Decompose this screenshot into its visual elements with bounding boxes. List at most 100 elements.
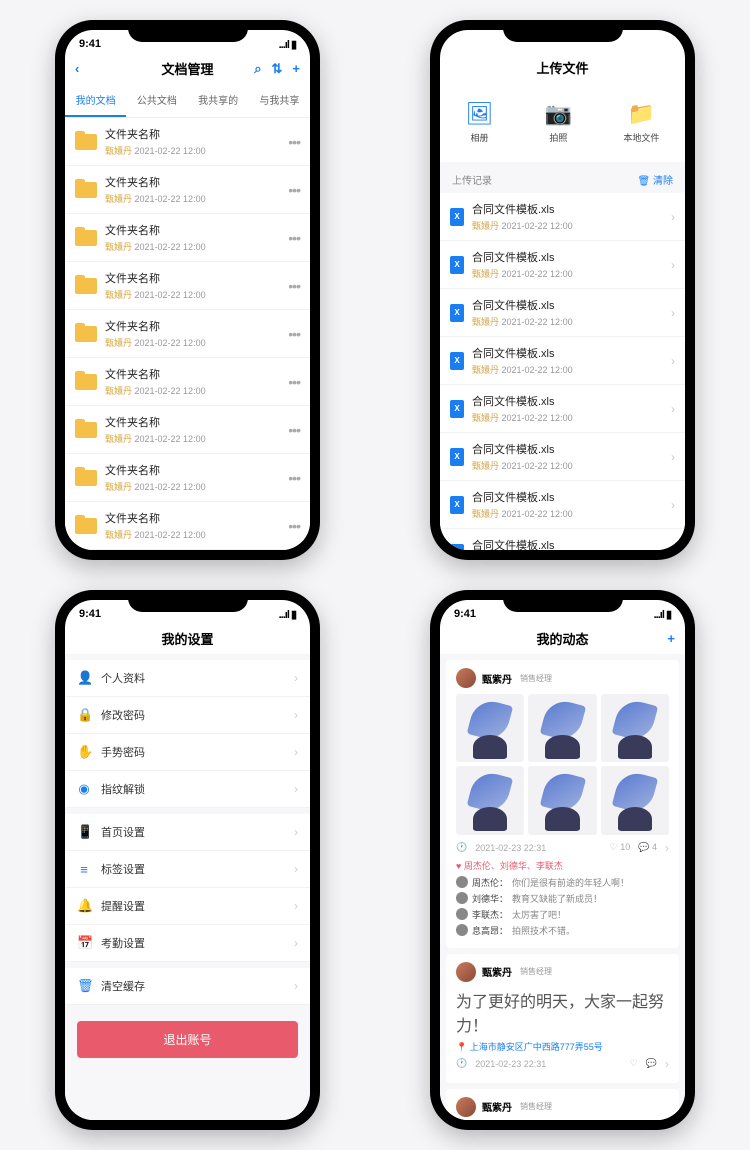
clear-button[interactable]: 🗑 清除	[638, 172, 673, 187]
settings-row[interactable]: 🔔 提醒设置 ›	[65, 888, 310, 925]
setting-icon: 📅	[77, 935, 91, 951]
notch	[128, 20, 248, 42]
home-indicator[interactable]	[513, 1122, 613, 1126]
opt-local[interactable]: 📁本地文件	[623, 101, 659, 144]
file-row[interactable]: X 合同文件模板.xls 甄嬛丹 2021-02-22 12:00 ›	[440, 193, 685, 241]
folder-row[interactable]: 文件夹名称 甄嬛丹 2021-02-22 12:00 •••	[65, 358, 310, 406]
more-icon[interactable]: •••	[288, 422, 300, 438]
file-name: 合同文件模板.xls	[472, 441, 663, 457]
chevron-icon[interactable]: ›	[665, 1057, 669, 1071]
home-indicator[interactable]	[138, 552, 238, 556]
folder-row[interactable]: 文件夹名称 甄嬛丹 2021-02-22 12:00 •••	[65, 166, 310, 214]
photo-thumb[interactable]	[456, 694, 524, 762]
post-author[interactable]: 甄紫丹	[482, 964, 512, 979]
opt-album[interactable]: 🖼相册	[466, 101, 494, 144]
photo-thumb[interactable]	[456, 766, 524, 834]
avatar[interactable]	[456, 668, 476, 688]
folder-list[interactable]: 文件夹名称 甄嬛丹 2021-02-22 12:00 ••• 文件夹名称 甄嬛丹…	[65, 118, 310, 550]
tab-my-docs[interactable]: 我的文档	[65, 84, 126, 117]
folder-row[interactable]: 文件夹名称 甄嬛丹 2021-02-22 12:00 •••	[65, 214, 310, 262]
add-icon[interactable]: +	[292, 61, 300, 76]
chevron-icon[interactable]: ›	[665, 841, 669, 855]
photo-thumb[interactable]	[528, 766, 596, 834]
setting-icon: 👤	[77, 670, 91, 686]
setting-label: 考勤设置	[101, 935, 284, 951]
xls-icon: X	[450, 256, 464, 274]
logout-button[interactable]: 退出账号	[77, 1021, 298, 1058]
folder-row[interactable]: 文件夹名称 甄嬛丹 2021-02-22 12:00 •••	[65, 118, 310, 166]
opt-camera[interactable]: 📷拍照	[545, 101, 572, 144]
comment-button[interactable]: 💬 4	[638, 842, 657, 853]
file-row[interactable]: X 合同文件模板.xls 甄嬛丹 2021-02-22 12:00 ›	[440, 481, 685, 529]
back-icon[interactable]: ‹	[75, 61, 79, 76]
folder-row[interactable]: 文件夹名称 甄嬛丹 2021-02-22 12:00 •••	[65, 262, 310, 310]
folder-icon	[75, 134, 97, 150]
tab-shared-by-me[interactable]: 我共享的	[188, 84, 249, 117]
file-row[interactable]: X 合同文件模板.xls 甄嬛丹 2021-02-22 12:00 ›	[440, 529, 685, 550]
photo-thumb[interactable]	[601, 694, 669, 762]
photo-thumb[interactable]	[601, 766, 669, 834]
settings-row[interactable]: ✋ 手势密码 ›	[65, 734, 310, 771]
file-row[interactable]: X 合同文件模板.xls 甄嬛丹 2021-02-22 12:00 ›	[440, 337, 685, 385]
chevron-icon: ›	[671, 354, 675, 368]
avatar[interactable]	[456, 962, 476, 982]
avatar[interactable]	[456, 1097, 476, 1117]
post-header: 甄紫丹 销售经理	[456, 668, 669, 688]
more-icon[interactable]: •••	[288, 182, 300, 198]
upload-list[interactable]: X 合同文件模板.xls 甄嬛丹 2021-02-22 12:00 › X 合同…	[440, 193, 685, 550]
location-link[interactable]: 📍 上海市静安区广中西路777弄55号	[456, 1040, 669, 1053]
settings-row[interactable]: 🗑 清空缓存 ›	[65, 968, 310, 1005]
add-icon[interactable]: +	[667, 631, 675, 646]
tab-shared-with-me[interactable]: 与我共享	[249, 84, 310, 117]
search-icon[interactable]: ⌕	[254, 61, 261, 77]
chevron-icon: ›	[671, 306, 675, 320]
file-row[interactable]: X 合同文件模板.xls 甄嬛丹 2021-02-22 12:00 ›	[440, 289, 685, 337]
settings-row[interactable]: 📅 考勤设置 ›	[65, 925, 310, 962]
file-name: 合同文件模板.xls	[472, 249, 663, 265]
feed-post: 甄紫丹 销售经理 🕐 2021-02-23 22:31 ♡ 10 💬	[446, 660, 679, 948]
phone-settings: 9:41 ...ıl ▮ 我的设置 👤 个人资料 › 🔒 修改密码 › ✋ 手势…	[55, 590, 320, 1130]
home-indicator[interactable]	[513, 552, 613, 556]
home-indicator[interactable]	[138, 1122, 238, 1126]
more-icon[interactable]: •••	[288, 326, 300, 342]
like-button[interactable]: ♡	[630, 1058, 638, 1069]
settings-row[interactable]: ◉ 指纹解锁 ›	[65, 771, 310, 808]
photo-thumb[interactable]	[528, 694, 596, 762]
post-text: 为了更好的明天，大家一起努力！	[456, 988, 669, 1036]
status-indicators: ...ıl ▮	[654, 608, 671, 621]
settings-row[interactable]: 📱 首页设置 ›	[65, 814, 310, 851]
folder-row[interactable]: 文件夹名称 甄嬛丹 2021-02-22 12:00 •••	[65, 454, 310, 502]
folder-icon	[75, 230, 97, 246]
more-icon[interactable]: •••	[288, 134, 300, 150]
folder-row[interactable]: 文件夹名称 甄嬛丹 2021-02-22 12:00 •••	[65, 406, 310, 454]
sort-icon[interactable]: ⇅	[272, 61, 283, 77]
more-icon[interactable]: •••	[288, 374, 300, 390]
more-icon[interactable]: •••	[288, 230, 300, 246]
history-label: 上传记录	[452, 172, 492, 187]
notch	[503, 590, 623, 612]
comment-button[interactable]: 💬	[646, 1058, 657, 1069]
more-icon[interactable]: •••	[288, 278, 300, 294]
more-icon[interactable]: •••	[288, 470, 300, 486]
folder-row[interactable]: 文件夹名称 甄嬛丹 2021-02-22 12:00 •••	[65, 502, 310, 550]
clock-icon: 🕐	[456, 1058, 467, 1069]
file-row[interactable]: X 合同文件模板.xls 甄嬛丹 2021-02-22 12:00 ›	[440, 385, 685, 433]
feed-body[interactable]: 甄紫丹 销售经理 🕐 2021-02-23 22:31 ♡ 10 💬	[440, 654, 685, 1120]
chevron-icon: ›	[294, 862, 298, 876]
folder-row[interactable]: 文件夹名称 甄嬛丹 2021-02-22 12:00 •••	[65, 310, 310, 358]
post-author[interactable]: 甄紫丹	[482, 671, 512, 686]
chevron-icon: ›	[671, 210, 675, 224]
file-row[interactable]: X 合同文件模板.xls 甄嬛丹 2021-02-22 12:00 ›	[440, 241, 685, 289]
settings-row[interactable]: ≡ 标签设置 ›	[65, 851, 310, 888]
doc-tabs: 我的文档 公共文档 我共享的 与我共享	[65, 84, 310, 118]
folder-icon	[75, 422, 97, 438]
settings-group-account: 👤 个人资料 › 🔒 修改密码 › ✋ 手势密码 › ◉ 指纹解锁 ›	[65, 660, 310, 808]
settings-row[interactable]: 🔒 修改密码 ›	[65, 697, 310, 734]
tab-public-docs[interactable]: 公共文档	[126, 84, 187, 117]
more-icon[interactable]: •••	[288, 518, 300, 534]
like-button[interactable]: ♡ 10	[610, 842, 631, 853]
file-row[interactable]: X 合同文件模板.xls 甄嬛丹 2021-02-22 12:00 ›	[440, 433, 685, 481]
phone-upload: 9:41 上传文件 🖼相册 📷拍照 📁本地文件 上传记录 🗑 清除 X 合同文件…	[430, 20, 695, 560]
settings-row[interactable]: 👤 个人资料 ›	[65, 660, 310, 697]
post-author[interactable]: 甄紫丹	[482, 1099, 512, 1114]
